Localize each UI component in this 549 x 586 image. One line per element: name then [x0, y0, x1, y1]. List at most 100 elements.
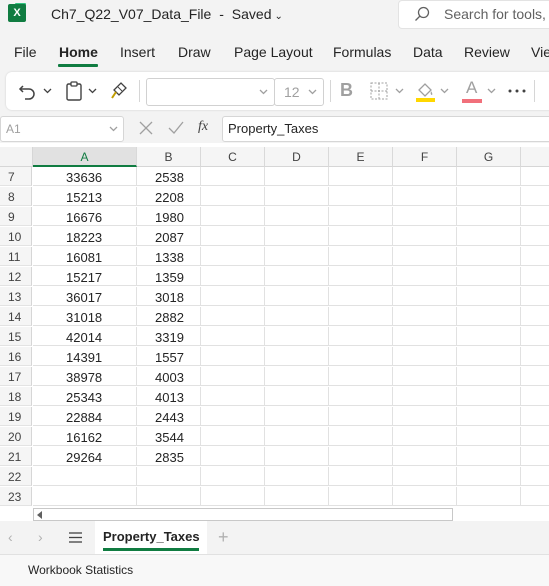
- cell-empty[interactable]: [521, 347, 549, 366]
- cell-empty[interactable]: [265, 367, 329, 386]
- cell-empty[interactable]: [329, 187, 393, 206]
- cell-empty[interactable]: [201, 427, 265, 446]
- all-sheets-menu-icon[interactable]: [69, 532, 82, 543]
- cell-empty[interactable]: [521, 287, 549, 306]
- cell-empty[interactable]: [457, 427, 521, 446]
- column-header-f[interactable]: F: [393, 147, 457, 167]
- format-painter-icon[interactable]: [110, 81, 130, 101]
- cell-empty[interactable]: [521, 307, 549, 326]
- font-size-dropdown[interactable]: 12: [274, 78, 324, 106]
- row-header[interactable]: 22: [0, 467, 32, 486]
- cell-a[interactable]: 15213: [33, 187, 137, 206]
- row-header[interactable]: 9: [0, 207, 32, 226]
- cell-a[interactable]: 16162: [33, 427, 137, 446]
- row-header[interactable]: 10: [0, 227, 32, 246]
- name-box[interactable]: A1: [0, 116, 124, 142]
- chevron-down-icon[interactable]: [440, 88, 449, 94]
- row-header[interactable]: 12: [0, 267, 32, 286]
- cell-a[interactable]: 25343: [33, 387, 137, 406]
- tab-file[interactable]: File: [14, 44, 37, 60]
- cell-empty[interactable]: [457, 467, 521, 486]
- cell-empty[interactable]: [265, 487, 329, 506]
- cell-empty[interactable]: [201, 287, 265, 306]
- row-header[interactable]: 16: [0, 347, 32, 366]
- fill-color-icon[interactable]: [415, 80, 437, 102]
- cell-empty[interactable]: [457, 167, 521, 186]
- cell-empty[interactable]: [393, 267, 457, 286]
- cell-empty[interactable]: [521, 327, 549, 346]
- select-all-corner[interactable]: [0, 147, 33, 167]
- cell-empty[interactable]: [265, 347, 329, 366]
- cell-empty[interactable]: [265, 227, 329, 246]
- column-header-d[interactable]: D: [265, 147, 329, 167]
- cell-empty[interactable]: [457, 327, 521, 346]
- cell-empty[interactable]: [329, 487, 393, 506]
- cell-b[interactable]: 2538: [137, 167, 201, 186]
- cell-a[interactable]: 18223: [33, 227, 137, 246]
- cell-empty[interactable]: [265, 427, 329, 446]
- row-header[interactable]: 20: [0, 427, 32, 446]
- cell-empty[interactable]: [393, 327, 457, 346]
- cell-empty[interactable]: [201, 407, 265, 426]
- horizontal-scrollbar[interactable]: [33, 508, 453, 521]
- cell-empty[interactable]: [521, 427, 549, 446]
- formula-input[interactable]: Property_Taxes: [222, 116, 549, 142]
- bold-icon[interactable]: B: [340, 80, 353, 101]
- cell-empty[interactable]: [265, 447, 329, 466]
- cell-empty[interactable]: [521, 187, 549, 206]
- cell-empty[interactable]: [457, 487, 521, 506]
- cell-empty[interactable]: [201, 247, 265, 266]
- cell-empty[interactable]: [329, 347, 393, 366]
- cell-a[interactable]: 42014: [33, 327, 137, 346]
- cell-empty[interactable]: [393, 487, 457, 506]
- cell-empty[interactable]: [457, 367, 521, 386]
- cell-empty[interactable]: [329, 327, 393, 346]
- cell-empty[interactable]: [329, 467, 393, 486]
- cell-empty[interactable]: [521, 167, 549, 186]
- cell-empty[interactable]: [393, 247, 457, 266]
- cell-b[interactable]: 3018: [137, 287, 201, 306]
- cell-empty[interactable]: [201, 447, 265, 466]
- row-header[interactable]: 11: [0, 247, 32, 266]
- next-sheet-icon[interactable]: ›: [38, 529, 43, 545]
- tab-view[interactable]: Vie: [531, 44, 549, 60]
- cell-empty[interactable]: [393, 287, 457, 306]
- enter-check-icon[interactable]: [168, 121, 184, 135]
- cell-empty[interactable]: [457, 407, 521, 426]
- chevron-down-icon[interactable]: [395, 88, 404, 94]
- cell-empty[interactable]: [521, 407, 549, 426]
- cell-a[interactable]: 29264: [33, 447, 137, 466]
- row-header[interactable]: 23: [0, 487, 32, 506]
- workbook-statistics-button[interactable]: Workbook Statistics: [28, 563, 133, 577]
- more-icon[interactable]: [508, 89, 526, 93]
- cell-empty[interactable]: [393, 367, 457, 386]
- tab-formulas[interactable]: Formulas: [333, 44, 391, 60]
- cell-empty[interactable]: [201, 187, 265, 206]
- cell-empty[interactable]: [265, 307, 329, 326]
- cell-empty[interactable]: [329, 407, 393, 426]
- cell-b[interactable]: 3319: [137, 327, 201, 346]
- cell-empty[interactable]: [329, 427, 393, 446]
- cell-b[interactable]: [137, 487, 201, 506]
- row-header[interactable]: 19: [0, 407, 32, 426]
- cell-empty[interactable]: [329, 167, 393, 186]
- cell-empty[interactable]: [201, 387, 265, 406]
- cell-empty[interactable]: [265, 167, 329, 186]
- row-header[interactable]: 7: [0, 167, 32, 186]
- column-header-a[interactable]: A: [33, 147, 137, 167]
- cell-empty[interactable]: [457, 447, 521, 466]
- font-name-dropdown[interactable]: [146, 78, 275, 106]
- cell-empty[interactable]: [201, 327, 265, 346]
- cell-b[interactable]: 4013: [137, 387, 201, 406]
- cell-empty[interactable]: [329, 247, 393, 266]
- cell-a[interactable]: 16676: [33, 207, 137, 226]
- cell-b[interactable]: 2835: [137, 447, 201, 466]
- cell-empty[interactable]: [457, 227, 521, 246]
- cell-empty[interactable]: [393, 207, 457, 226]
- cell-empty[interactable]: [457, 207, 521, 226]
- cell-empty[interactable]: [457, 307, 521, 326]
- cell-b[interactable]: 1338: [137, 247, 201, 266]
- tab-review[interactable]: Review: [464, 44, 510, 60]
- cell-empty[interactable]: [201, 367, 265, 386]
- cell-empty[interactable]: [329, 267, 393, 286]
